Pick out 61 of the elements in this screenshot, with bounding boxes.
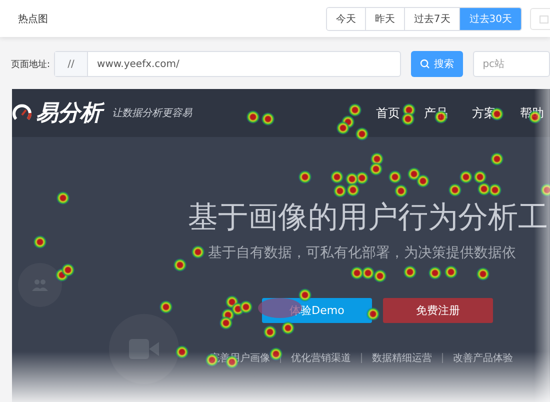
heat-spot bbox=[219, 316, 233, 330]
heat-spot bbox=[394, 184, 408, 198]
hero-headline: 基于画像的用户行为分析工 bbox=[188, 199, 548, 237]
url-input[interactable]: www.yeefx.com/ bbox=[88, 58, 400, 70]
heat-spot bbox=[428, 266, 442, 280]
heat-spot bbox=[191, 245, 205, 259]
heat-spot bbox=[269, 347, 283, 361]
heat-spot bbox=[448, 183, 462, 197]
heat-spot bbox=[444, 265, 458, 279]
heat-spot bbox=[56, 191, 70, 205]
heat-spot bbox=[476, 267, 490, 281]
heat-spot bbox=[366, 307, 380, 321]
feature-link[interactable]: 优化营销渠道 bbox=[291, 351, 351, 365]
calendar-icon bbox=[539, 14, 549, 24]
logo-text: 易分析 bbox=[36, 98, 102, 128]
search-icon bbox=[420, 59, 430, 69]
feature-link[interactable]: 数据精细运营 bbox=[372, 351, 432, 365]
heat-spot bbox=[459, 170, 473, 184]
heat-spot bbox=[33, 235, 47, 249]
heat-spot bbox=[263, 325, 277, 339]
heat-cluster bbox=[258, 298, 302, 318]
heat-spot bbox=[473, 170, 487, 184]
heat-spot bbox=[403, 265, 417, 279]
heat-spot bbox=[298, 170, 312, 184]
heat-spot bbox=[281, 321, 295, 335]
heat-spot bbox=[477, 182, 491, 196]
heat-spot bbox=[261, 112, 275, 126]
heat-spot bbox=[330, 170, 344, 184]
url-label: 页面地址: bbox=[11, 58, 50, 70]
heat-spot bbox=[298, 288, 312, 302]
heat-spot bbox=[490, 152, 504, 166]
heat-spot bbox=[373, 269, 387, 283]
gauge-icon bbox=[12, 103, 32, 123]
heat-spot bbox=[173, 258, 187, 272]
heat-spot bbox=[61, 263, 75, 277]
heat-spot bbox=[336, 121, 350, 135]
heat-spot bbox=[346, 183, 360, 197]
hero-subtitle: 基于自有数据，可私有化部署，为决策提供数据依 bbox=[208, 244, 516, 262]
heat-spot bbox=[350, 266, 364, 280]
heat-spot bbox=[348, 103, 362, 117]
feature-link[interactable]: 改善产品体验 bbox=[453, 351, 513, 365]
heat-spot bbox=[246, 110, 260, 124]
heat-spot bbox=[333, 184, 347, 198]
heat-spot bbox=[239, 300, 253, 314]
heat-spot bbox=[355, 127, 369, 141]
protocol-prefix: // bbox=[55, 52, 88, 76]
heat-spot bbox=[388, 170, 402, 184]
heat-spot bbox=[175, 345, 189, 359]
heat-spot bbox=[401, 112, 415, 126]
page-title: 热点图 bbox=[18, 12, 48, 26]
heat-spot bbox=[159, 300, 173, 314]
hero-button[interactable]: 免费注册 bbox=[383, 298, 493, 323]
heat-spot bbox=[205, 353, 219, 367]
calendar-button[interactable] bbox=[530, 8, 550, 30]
url-field[interactable]: // www.yeefx.com/ bbox=[54, 51, 401, 77]
slogan: 让数据分析更容易 bbox=[112, 106, 192, 120]
heat-spot bbox=[540, 183, 550, 197]
heat-spot bbox=[407, 167, 421, 181]
heat-spot bbox=[369, 162, 383, 176]
nav-link[interactable]: 首页 bbox=[376, 104, 400, 122]
heat-spot bbox=[416, 174, 430, 188]
